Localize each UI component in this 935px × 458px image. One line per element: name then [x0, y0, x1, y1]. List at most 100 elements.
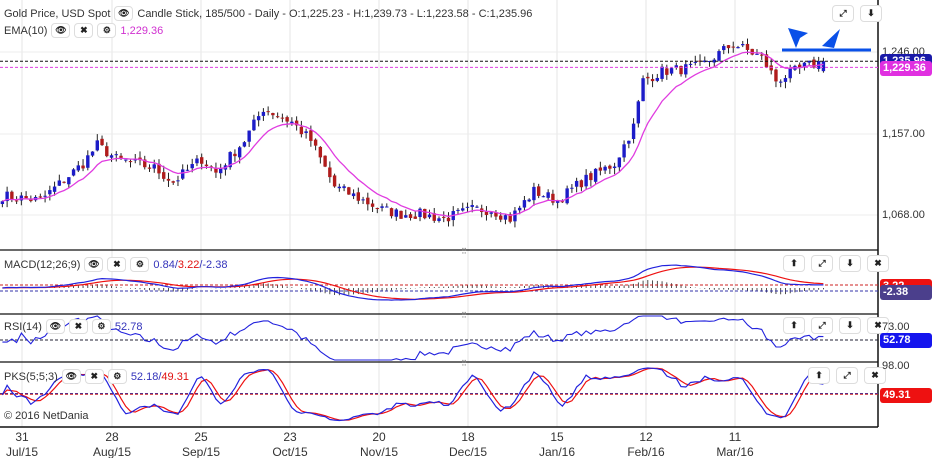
- candle-body: [214, 168, 218, 173]
- eye-icon[interactable]: 👁: [45, 319, 65, 334]
- candle-body: [669, 68, 674, 74]
- candle-body: [579, 180, 584, 188]
- gear-icon[interactable]: ⚙: [107, 369, 127, 384]
- candle-body: [741, 44, 745, 46]
- candle-body: [90, 151, 95, 156]
- candle-body: [532, 186, 536, 201]
- candle-body: [176, 180, 180, 182]
- candle-body: [86, 155, 90, 168]
- move-up-icon[interactable]: ⬆: [808, 367, 830, 384]
- arrow-annotation-icon: [822, 29, 840, 48]
- pks-k-value: 52.18: [130, 370, 159, 383]
- candle-body: [404, 215, 408, 218]
- maximize-icon[interactable]: ⤢: [832, 5, 854, 22]
- candle-body: [318, 146, 323, 158]
- macd-hist-value: -2.38: [202, 258, 228, 271]
- candle-body: [275, 116, 280, 118]
- candle-body: [717, 51, 721, 61]
- candle-body: [413, 216, 417, 219]
- candle-body: [570, 187, 574, 189]
- pks-label: PKS(5;5;3): [4, 370, 58, 383]
- resize-handle-icon: ⠿: [461, 311, 467, 320]
- candle-body: [598, 167, 603, 171]
- chart-canvas[interactable]: ⠿ ⠿ ⠿: [0, 0, 935, 458]
- candle-body: [456, 209, 460, 211]
- candle-body: [147, 167, 152, 169]
- candle-body: [171, 181, 175, 183]
- close-icon[interactable]: ✖: [107, 257, 127, 272]
- resize-handle-icon: ⠿: [461, 247, 467, 256]
- candle-body: [81, 165, 85, 169]
- close-icon[interactable]: ✖: [74, 23, 94, 38]
- candle-body: [233, 153, 237, 157]
- macd-value: 0.84: [153, 258, 175, 271]
- candle-body: [332, 175, 337, 187]
- move-down-icon[interactable]: ⬇: [839, 255, 861, 272]
- eye-icon[interactable]: 👁: [51, 23, 71, 38]
- pks-d-value: 49.31: [161, 370, 189, 383]
- candle-body: [650, 78, 655, 82]
- candle-body: [527, 199, 531, 202]
- candle-body: [109, 155, 114, 158]
- candle-body: [114, 154, 118, 156]
- candle-body: [351, 193, 356, 197]
- candle-body: [14, 200, 19, 202]
- candle-body: [593, 168, 598, 182]
- candle-body: [503, 215, 508, 220]
- eye-icon[interactable]: 👁: [84, 257, 104, 272]
- pks-header: PKS(5;5;3) 👁 ✖ ⚙ 52.18/49.31: [4, 369, 189, 384]
- arrow-annotation-icon: [788, 28, 808, 48]
- candle-body: [437, 218, 441, 222]
- candle-body: [755, 53, 759, 55]
- macd-label: MACD(12;26;9): [4, 258, 81, 271]
- candle-body: [475, 206, 479, 208]
- candle-body: [204, 164, 209, 166]
- candle-body: [589, 173, 593, 181]
- macd-toolbar: ⬆ ⤢ ⬇ ✖: [783, 255, 889, 272]
- candle-body: [342, 186, 346, 189]
- rsi-badge: 52.78: [880, 333, 932, 348]
- price-axis-label: 1,157.00: [882, 128, 925, 140]
- candle-body: [617, 157, 622, 168]
- rsi-axis-label: 73.00: [882, 321, 910, 333]
- candle-body: [380, 206, 384, 208]
- maximize-icon[interactable]: ⤢: [811, 317, 833, 334]
- candle-body: [361, 199, 365, 201]
- main-pane-header: Gold Price, USD Spot 👁 Candle Stick, 185…: [4, 6, 532, 21]
- instrument-name: Gold Price, USD Spot: [4, 7, 111, 20]
- maximize-icon[interactable]: ⤢: [811, 255, 833, 272]
- gear-icon[interactable]: ⚙: [97, 23, 117, 38]
- rsi-value: 52.78: [114, 320, 143, 333]
- candle-body: [290, 121, 294, 124]
- move-up-icon[interactable]: ⬆: [783, 255, 805, 272]
- candle-body: [750, 48, 754, 55]
- maximize-icon[interactable]: ⤢: [836, 367, 858, 384]
- candle-body: [323, 155, 327, 167]
- pks-axis-label: 98.00: [882, 360, 910, 372]
- candle-body: [636, 101, 641, 124]
- candle-body: [280, 117, 285, 119]
- gear-icon[interactable]: ⚙: [91, 319, 111, 334]
- eye-icon[interactable]: 👁: [114, 6, 134, 21]
- x-tick: 11 Mar/16: [716, 430, 754, 458]
- candle-body: [423, 208, 427, 219]
- candle-body: [774, 69, 778, 82]
- gear-icon[interactable]: ⚙: [130, 257, 150, 272]
- close-icon[interactable]: ✖: [867, 255, 889, 272]
- close-icon[interactable]: ✖: [84, 369, 104, 384]
- candle-body: [95, 140, 99, 151]
- candle-body: [285, 117, 289, 122]
- move-up-icon[interactable]: ⬆: [783, 317, 805, 334]
- candle-body: [722, 46, 726, 51]
- candle-body: [745, 43, 750, 50]
- candle-body: [24, 196, 28, 199]
- move-down-icon[interactable]: ⬇: [839, 317, 861, 334]
- eye-icon[interactable]: 👁: [61, 369, 81, 384]
- candle-body: [247, 130, 251, 142]
- candle-body: [726, 45, 731, 49]
- close-icon[interactable]: ✖: [68, 319, 88, 334]
- candle-body: [266, 111, 270, 113]
- x-tick: 18 Dec/15: [448, 430, 488, 458]
- x-tick: 31 Jul/15: [5, 430, 39, 458]
- move-down-icon[interactable]: ⬇: [860, 5, 882, 22]
